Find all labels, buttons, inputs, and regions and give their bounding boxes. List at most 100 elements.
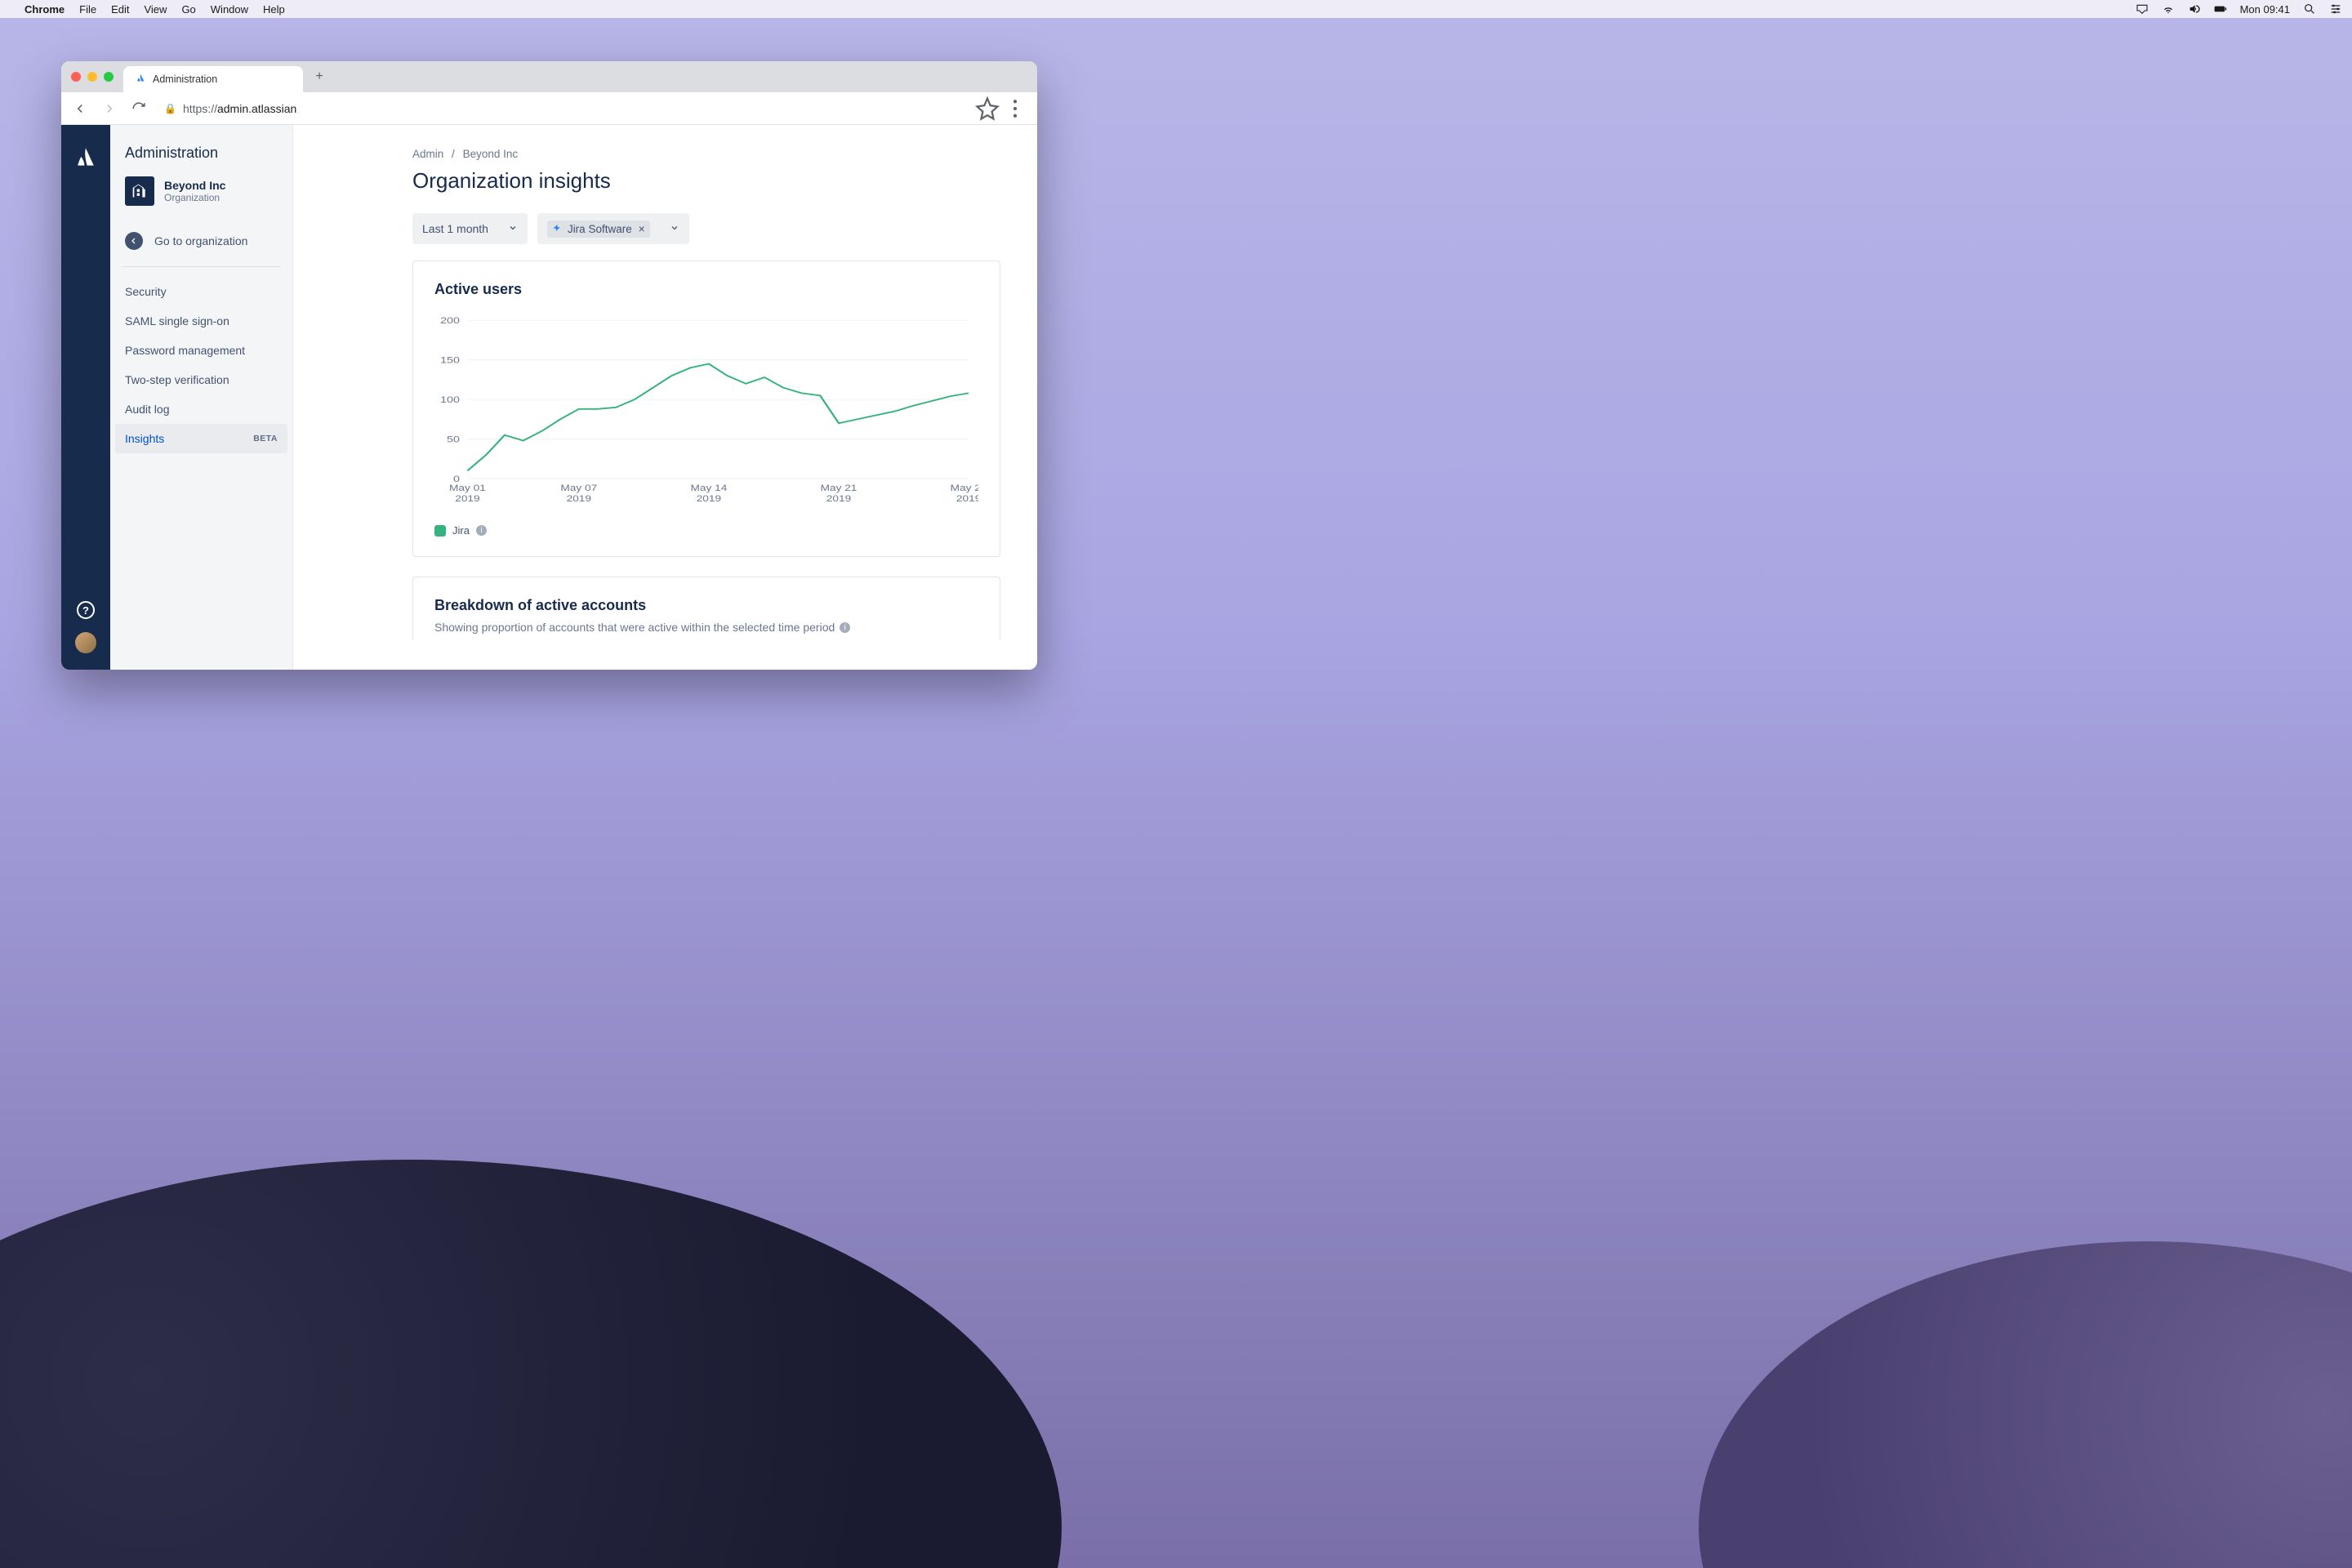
time-range-label: Last 1 month <box>422 222 488 235</box>
chevron-down-icon <box>508 222 518 235</box>
active-users-chart: 050100150200May 012019May 072019May 1420… <box>434 313 978 513</box>
info-icon[interactable]: i <box>476 525 487 536</box>
help-icon[interactable]: ? <box>77 601 95 619</box>
close-window-button[interactable] <box>71 72 81 82</box>
nav-rail: ? <box>61 125 110 670</box>
beta-badge: BETA <box>253 434 278 443</box>
maximize-window-button[interactable] <box>104 72 114 82</box>
browser-window: Administration + 🔒 https://admin.atlassi… <box>61 61 1037 670</box>
time-range-filter[interactable]: Last 1 month <box>412 213 528 244</box>
breadcrumb-separator: / <box>452 148 455 160</box>
svg-text:May 012019: May 012019 <box>449 483 486 503</box>
menubar-view[interactable]: View <box>144 3 167 16</box>
menubar-window[interactable]: Window <box>211 3 248 16</box>
sidebar-item-label: Audit log <box>125 403 169 416</box>
breadcrumb-admin[interactable]: Admin <box>412 148 443 160</box>
go-to-organization-link[interactable]: Go to organization <box>110 220 292 266</box>
url-bar: 🔒 https://admin.atlassian <box>61 92 1037 125</box>
browser-menu-button[interactable] <box>1003 96 1027 121</box>
org-name: Beyond Inc <box>164 179 225 192</box>
sidebar-item-two-step[interactable]: Two-step verification <box>110 365 292 394</box>
sidebar-item-label: Password management <box>125 344 245 357</box>
breakdown-card: Breakdown of active accounts Showing pro… <box>412 577 1000 640</box>
sidebar-title: Administration <box>110 145 292 176</box>
svg-text:May 142019: May 142019 <box>690 483 727 503</box>
atlassian-favicon-icon <box>135 73 146 87</box>
sidebar-item-label: Insights <box>125 432 164 445</box>
menubar-help[interactable]: Help <box>263 3 285 16</box>
legend-label: Jira <box>452 524 470 537</box>
product-chip: Jira Software × <box>547 220 650 238</box>
macos-menubar: Chrome File Edit View Go Window Help Mon… <box>0 0 2352 18</box>
window-controls <box>71 72 114 82</box>
sidebar-item-security[interactable]: Security <box>110 277 292 306</box>
sidebar-item-audit-log[interactable]: Audit log <box>110 394 292 424</box>
bookmark-button[interactable] <box>975 96 1000 121</box>
legend-swatch <box>434 525 446 537</box>
card2-subtitle-text: Showing proportion of accounts that were… <box>434 621 835 634</box>
airplay-icon[interactable] <box>2136 2 2149 16</box>
jira-icon <box>552 224 563 234</box>
svg-text:150: 150 <box>440 354 460 365</box>
arrow-left-circle-icon <box>125 232 143 250</box>
go-org-label: Go to organization <box>154 234 247 247</box>
org-building-icon <box>125 176 154 206</box>
atlassian-logo-icon[interactable] <box>75 146 96 172</box>
remove-chip-icon[interactable]: × <box>639 223 645 235</box>
active-users-card: Active users 050100150200May 012019May 0… <box>412 261 1000 557</box>
chart-legend: Jira i <box>434 524 978 537</box>
sidebar-item-label: Two-step verification <box>125 373 229 386</box>
back-button[interactable] <box>68 96 92 121</box>
sidebar-nav-list: Security SAML single sign-on Password ma… <box>110 277 292 453</box>
sidebar-item-saml[interactable]: SAML single sign-on <box>110 306 292 336</box>
svg-text:100: 100 <box>440 394 460 404</box>
battery-icon[interactable] <box>2214 2 2227 16</box>
main-panel: Admin / Beyond Inc Organization insights… <box>293 125 1037 670</box>
card2-title: Breakdown of active accounts <box>434 597 978 614</box>
svg-text:May 072019: May 072019 <box>560 483 597 503</box>
filters-row: Last 1 month Jira Software × <box>412 213 1000 244</box>
menubar-edit[interactable]: Edit <box>111 3 129 16</box>
forward-button[interactable] <box>97 96 122 121</box>
tab-title: Administration <box>153 74 217 85</box>
card-title: Active users <box>434 281 978 298</box>
user-avatar[interactable] <box>75 632 96 653</box>
menubar-file[interactable]: File <box>79 3 96 16</box>
sidebar: Administration Beyond Inc Organization G… <box>110 125 293 670</box>
sidebar-divider <box>122 266 281 267</box>
svg-text:200: 200 <box>440 315 460 326</box>
new-tab-button[interactable]: + <box>308 65 331 88</box>
org-type: Organization <box>164 192 225 203</box>
menubar-app-name[interactable]: Chrome <box>24 3 65 16</box>
url-text: https://admin.atlassian <box>183 102 296 115</box>
wifi-icon[interactable] <box>2162 2 2175 16</box>
svg-text:May 282019: May 282019 <box>951 483 978 503</box>
lock-icon: 🔒 <box>164 103 176 114</box>
spotlight-icon[interactable] <box>2303 2 2316 16</box>
sidebar-item-label: Security <box>125 285 167 298</box>
menubar-go[interactable]: Go <box>181 3 195 16</box>
volume-icon[interactable] <box>2188 2 2201 16</box>
breadcrumb-current: Beyond Inc <box>463 148 519 160</box>
sidebar-item-password[interactable]: Password management <box>110 336 292 365</box>
svg-text:50: 50 <box>447 434 460 444</box>
reload-button[interactable] <box>127 96 151 121</box>
minimize-window-button[interactable] <box>87 72 97 82</box>
chevron-down-icon <box>670 222 679 235</box>
svg-text:May 212019: May 212019 <box>821 483 858 503</box>
sidebar-item-label: SAML single sign-on <box>125 314 229 327</box>
tab-strip: Administration + <box>61 61 1037 92</box>
product-filter[interactable]: Jira Software × <box>537 213 689 244</box>
url-field[interactable]: 🔒 https://admin.atlassian <box>156 102 970 115</box>
sidebar-item-insights[interactable]: Insights BETA <box>115 424 287 453</box>
breadcrumb: Admin / Beyond Inc <box>412 148 1000 160</box>
card2-subtitle: Showing proportion of accounts that were… <box>434 621 978 634</box>
product-chip-label: Jira Software <box>568 223 632 235</box>
org-block[interactable]: Beyond Inc Organization <box>110 176 292 220</box>
control-center-icon[interactable] <box>2329 2 2342 16</box>
app-content: ? Administration Beyond Inc Organization <box>61 125 1037 670</box>
page-title: Organization insights <box>412 168 1000 194</box>
info-icon[interactable]: i <box>840 622 850 633</box>
menubar-clock[interactable]: Mon 09:41 <box>2240 3 2290 16</box>
browser-tab[interactable]: Administration <box>123 66 303 92</box>
